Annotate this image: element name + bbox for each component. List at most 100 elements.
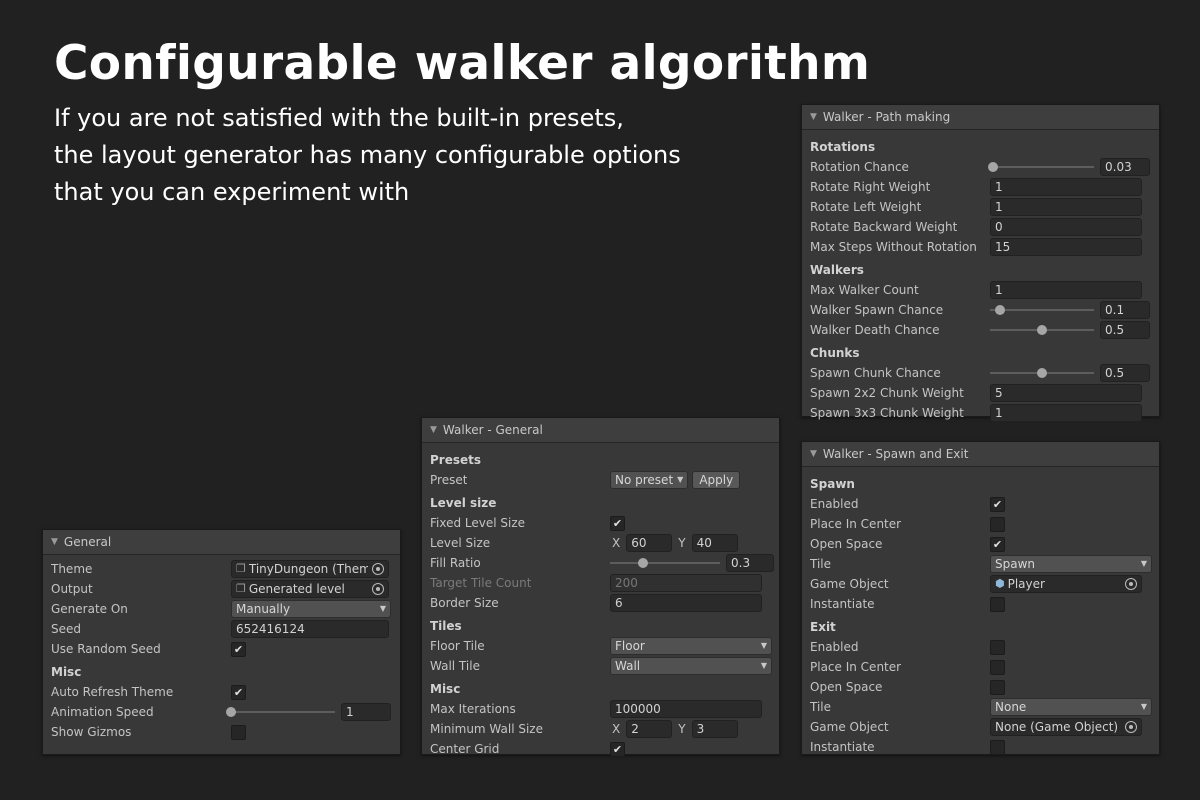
spawn-chunk-chance-input[interactable]: 0.5	[1100, 364, 1150, 382]
fixed-level-size-checkbox[interactable]: ✔	[610, 515, 625, 531]
slider-thumb[interactable]	[1037, 325, 1047, 335]
panel-title: Walker - General	[442, 423, 543, 437]
seed-input[interactable]: 652416124	[231, 620, 389, 638]
rotate-right-weight-input[interactable]: 1	[990, 178, 1142, 196]
max-steps-without-rotation-row: Max Steps Without Rotation 15	[810, 237, 1151, 257]
slider-thumb[interactable]	[995, 305, 1006, 315]
output-object-field[interactable]: ❐ Generated level	[231, 580, 389, 598]
field-label: Place In Center	[810, 517, 902, 531]
max-steps-without-rotation-input[interactable]: 15	[990, 238, 1142, 256]
exit-tile-dropdown[interactable]: None ▼	[990, 698, 1152, 716]
slider-thumb[interactable]	[988, 162, 999, 172]
auto-refresh-theme-checkbox[interactable]: ✔	[231, 684, 246, 700]
exit-enabled-checkbox[interactable]	[990, 639, 1005, 655]
foldout-arrow-icon[interactable]: ▼	[430, 425, 437, 435]
spawn-place-in-center-checkbox[interactable]	[990, 516, 1005, 532]
exit-game-object-row: Game Object None (Game Object)	[810, 717, 1151, 737]
fill-ratio-input[interactable]: 0.3	[726, 554, 774, 572]
slider-thumb[interactable]	[1037, 368, 1047, 378]
dropdown-value: Spawn	[995, 557, 1036, 571]
general-panel-header[interactable]: ▼ General	[43, 530, 400, 555]
dropdown-value: Floor	[615, 639, 645, 653]
level-size-x-input[interactable]: 60	[626, 534, 673, 552]
rotate-right-weight-row: Rotate Right Weight 1	[810, 177, 1151, 197]
spawn-3x3-chunk-weight-input[interactable]: 1	[990, 404, 1142, 422]
spawn-instantiate-checkbox[interactable]	[990, 596, 1005, 612]
rotate-left-weight-input[interactable]: 1	[990, 198, 1142, 216]
spawn-open-space-row: Open Space ✔	[810, 534, 1151, 554]
min-wall-size-y-input[interactable]: 3	[691, 720, 738, 738]
level-size-y-input[interactable]: 40	[691, 534, 738, 552]
spawn-game-object-field[interactable]: ⬢ Player	[990, 575, 1142, 593]
rotation-chance-input[interactable]: 0.03	[1100, 158, 1150, 176]
fill-ratio-slider[interactable]	[610, 558, 720, 568]
field-label: Game Object	[810, 577, 889, 591]
preset-dropdown[interactable]: No preset ▼	[610, 471, 689, 489]
show-gizmos-checkbox[interactable]	[231, 724, 246, 740]
slider-thumb[interactable]	[226, 707, 236, 717]
wall-tile-dropdown[interactable]: Wall ▼	[610, 657, 772, 675]
spawn-enabled-checkbox[interactable]: ✔	[990, 496, 1005, 512]
object-value: Player	[1007, 577, 1045, 591]
axis-label-y: Y	[678, 722, 686, 736]
foldout-arrow-icon[interactable]: ▼	[810, 112, 817, 122]
spawn-2x2-chunk-weight-input[interactable]: 5	[990, 384, 1142, 402]
section-header-misc: Misc	[430, 682, 461, 696]
foldout-arrow-icon[interactable]: ▼	[51, 537, 58, 547]
walker-spawn-exit-panel-header[interactable]: ▼ Walker - Spawn and Exit	[802, 442, 1159, 467]
spawn-chunk-chance-slider[interactable]	[990, 368, 1094, 378]
exit-instantiate-checkbox[interactable]	[990, 739, 1005, 755]
field-label: Preset	[430, 473, 468, 487]
section-header-level-size: Level size	[430, 496, 497, 510]
exit-game-object-field[interactable]: None (Game Object)	[990, 718, 1142, 736]
object-picker-icon[interactable]	[1125, 578, 1137, 590]
apply-preset-button[interactable]: Apply	[692, 471, 741, 489]
dropdown-value: No preset	[615, 473, 674, 487]
field-label: Theme	[51, 562, 93, 576]
walker-path-panel-header[interactable]: ▼ Walker - Path making	[802, 105, 1159, 130]
page-subtitle: If you are not satisfied with the built-…	[54, 100, 814, 211]
field-label: Fill Ratio	[430, 556, 481, 570]
subtitle-line: the layout generator has many configurab…	[54, 141, 681, 169]
rotate-left-weight-row: Rotate Left Weight 1	[810, 197, 1151, 217]
preset-row: Preset No preset ▼ Apply	[430, 470, 771, 490]
field-label: Walker Spawn Chance	[810, 303, 944, 317]
min-wall-size-x-input[interactable]: 2	[626, 720, 673, 738]
fixed-level-size-row: Fixed Level Size ✔	[430, 513, 771, 533]
walker-death-chance-slider[interactable]	[990, 325, 1094, 335]
max-walker-count-input[interactable]: 1	[990, 281, 1142, 299]
minimum-wall-size-row: Minimum Wall Size X 2 Y 3	[430, 719, 771, 739]
spawn-open-space-checkbox[interactable]: ✔	[990, 536, 1005, 552]
field-label: Rotate Backward Weight	[810, 220, 958, 234]
generate-on-dropdown[interactable]: Manually ▼	[231, 600, 391, 618]
object-picker-icon[interactable]	[372, 563, 384, 575]
rotate-backward-weight-input[interactable]: 0	[990, 218, 1142, 236]
rotation-chance-slider[interactable]	[988, 162, 1094, 172]
use-random-seed-checkbox[interactable]: ✔	[231, 641, 246, 657]
animation-speed-slider[interactable]	[226, 707, 335, 717]
floor-tile-dropdown[interactable]: Floor ▼	[610, 637, 772, 655]
exit-open-space-checkbox[interactable]	[990, 679, 1005, 695]
spawn-tile-dropdown[interactable]: Spawn ▼	[990, 555, 1152, 573]
walker-death-chance-input[interactable]: 0.5	[1100, 321, 1150, 339]
field-label: Floor Tile	[430, 639, 485, 653]
walker-general-panel-header[interactable]: ▼ Walker - General	[422, 418, 779, 443]
theme-object-field[interactable]: ❐ TinyDungeon (Theme)	[231, 560, 389, 578]
slider-thumb[interactable]	[638, 558, 648, 568]
field-label: Open Space	[810, 680, 883, 694]
object-picker-icon[interactable]	[372, 583, 384, 595]
walker-spawn-chance-input[interactable]: 0.1	[1100, 301, 1150, 319]
border-size-input[interactable]: 6	[610, 594, 762, 612]
chevron-down-icon: ▼	[760, 641, 767, 650]
animation-speed-input[interactable]: 1	[341, 703, 391, 721]
exit-place-in-center-checkbox[interactable]	[990, 659, 1005, 675]
spawn-chunk-chance-row: Spawn Chunk Chance 0.5	[810, 363, 1151, 383]
foldout-arrow-icon[interactable]: ▼	[810, 449, 817, 459]
prefab-icon: ⬢	[995, 577, 1005, 590]
object-picker-icon[interactable]	[1125, 721, 1137, 733]
max-iterations-input[interactable]: 100000	[610, 700, 762, 718]
panel-title: General	[63, 535, 112, 549]
field-label: Instantiate	[810, 597, 875, 611]
walker-spawn-chance-slider[interactable]	[990, 305, 1094, 315]
center-grid-checkbox[interactable]: ✔	[610, 741, 625, 757]
